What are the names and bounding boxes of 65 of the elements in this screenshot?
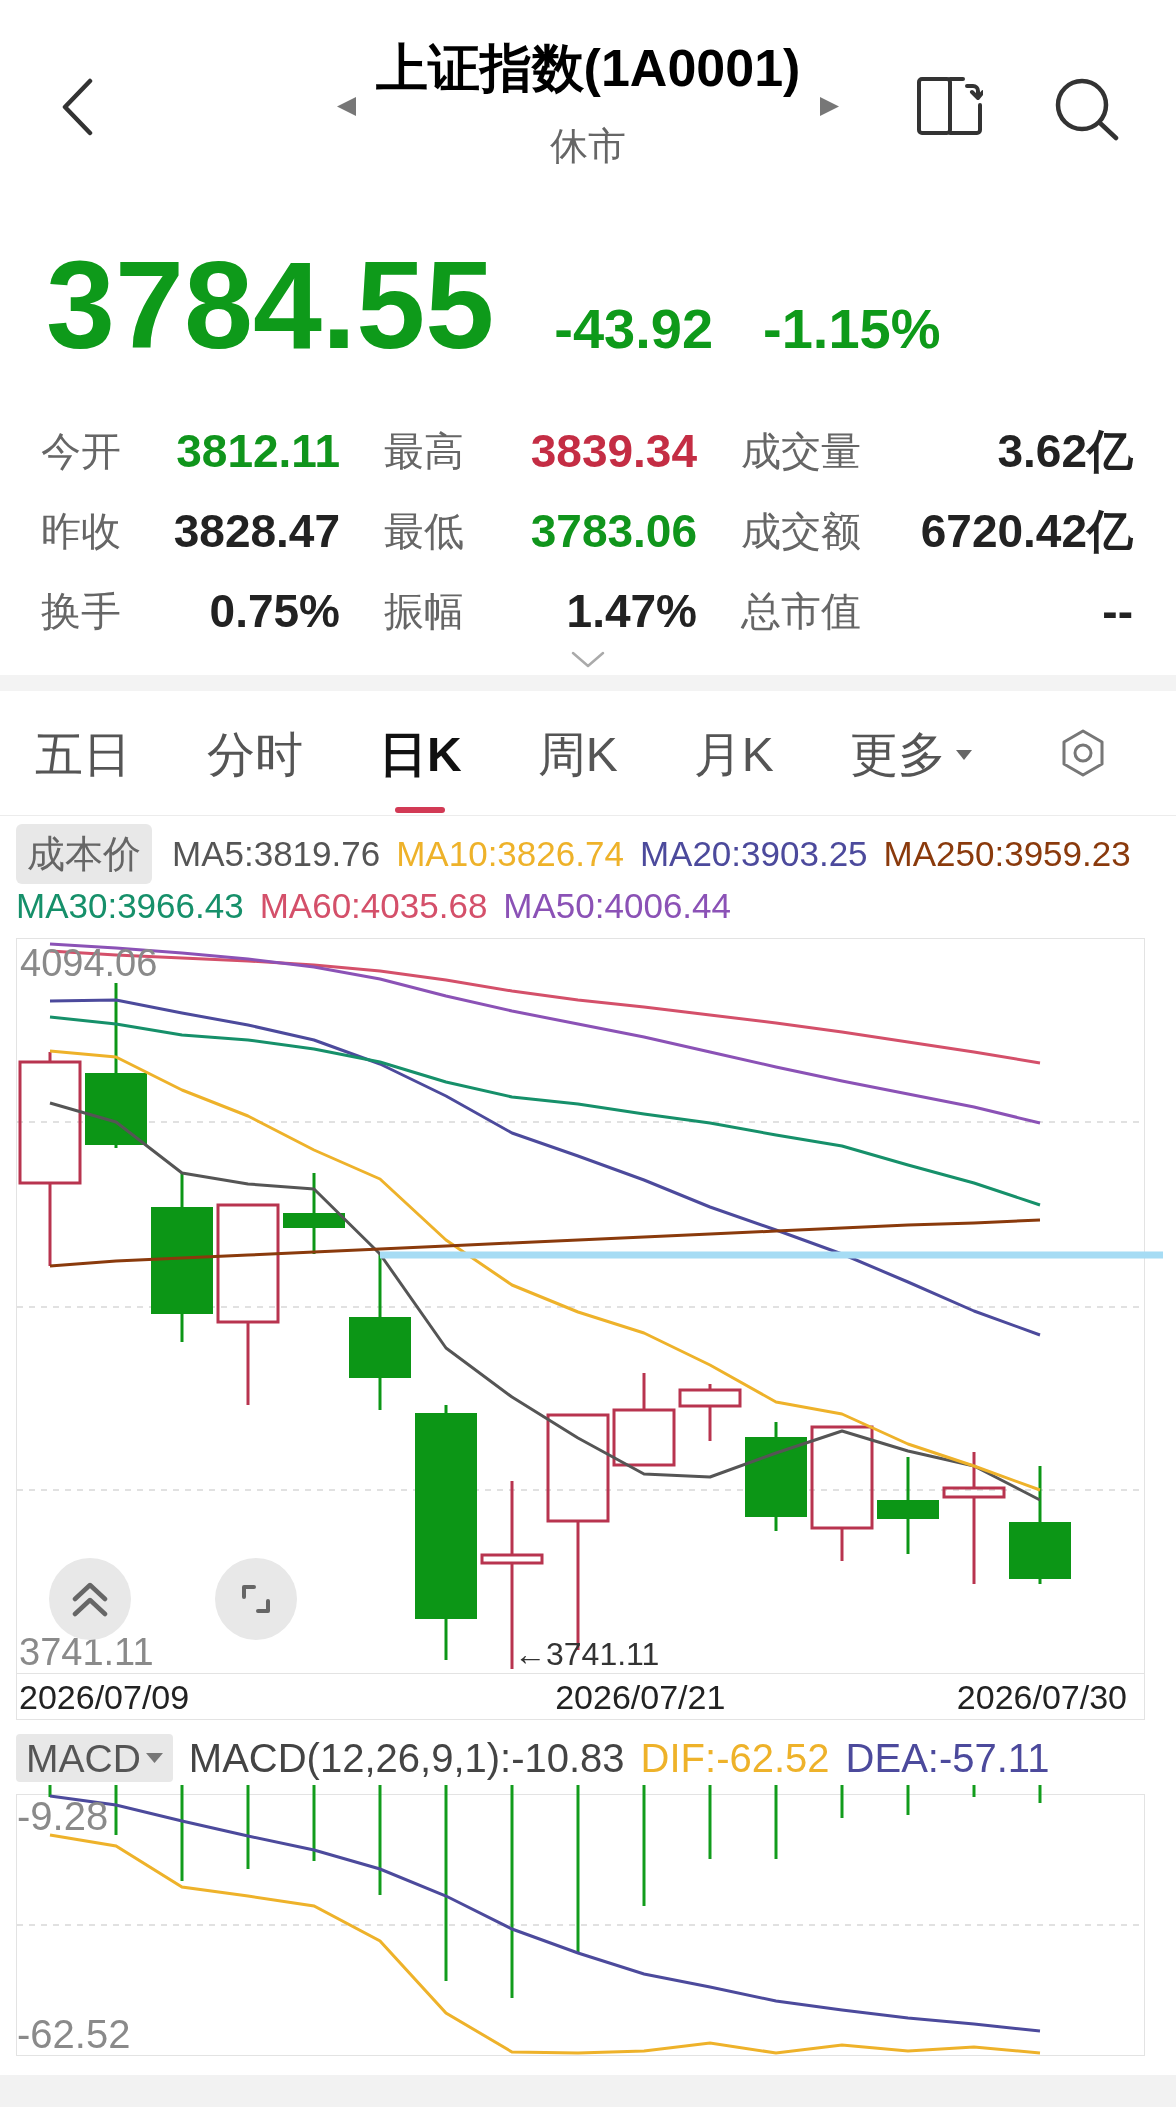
expand-icon bbox=[241, 1584, 271, 1614]
stat-label: 昨收 bbox=[41, 511, 121, 551]
macd-bar bbox=[840, 1785, 844, 1818]
macd-max-label: -9.28 bbox=[17, 1796, 109, 1836]
period-tab[interactable]: 分时 bbox=[207, 731, 303, 813]
period-tab[interactable]: 更多 bbox=[849, 731, 972, 813]
price-change-percent: -1.15% bbox=[763, 301, 941, 357]
stat-value: -- bbox=[1102, 588, 1133, 634]
double-chevron-up-icon bbox=[70, 1581, 110, 1617]
search-icon[interactable] bbox=[1054, 77, 1120, 141]
current-price: 3784.55 bbox=[46, 243, 495, 367]
stat-value: 0.75% bbox=[209, 588, 340, 634]
macd-bar bbox=[1038, 1785, 1042, 1803]
stat-label: 今开 bbox=[41, 431, 121, 471]
cost-price-button[interactable]: 成本价 bbox=[16, 824, 152, 884]
stat-value: 3828.47 bbox=[173, 508, 340, 554]
settings-icon[interactable] bbox=[1060, 728, 1106, 778]
macd-legend-label: MACD(12,26,9,1):-10.83 bbox=[188, 1738, 625, 1778]
macd-bar bbox=[48, 1785, 52, 1797]
period-tab[interactable]: 月K bbox=[693, 731, 774, 813]
stat-value: 3812.11 bbox=[176, 428, 340, 474]
ma-legend-label: MA30:3966.43 bbox=[16, 886, 244, 926]
candlestick bbox=[678, 1384, 742, 1441]
date-label: 2026/07/30 bbox=[956, 1679, 1127, 1714]
macd-legend-label: DIF:-62.52 bbox=[640, 1738, 830, 1778]
period-tab[interactable]: 五日 bbox=[35, 731, 131, 813]
ma-legend-label: MA20:3903.25 bbox=[639, 834, 868, 874]
period-tab[interactable]: 日K bbox=[379, 731, 462, 813]
stat-value: 1.47% bbox=[566, 588, 697, 634]
macd-min-label: -62.52 bbox=[17, 2014, 131, 2054]
triangle-right-icon[interactable] bbox=[820, 97, 840, 116]
ma-legend-label: MA10:3826.74 bbox=[396, 834, 624, 874]
ma-legend-label: MA60:4035.68 bbox=[259, 886, 488, 926]
period-tab[interactable]: 周K bbox=[537, 731, 618, 813]
date-label: 2026/07/09 bbox=[19, 1679, 190, 1714]
stat-value: 3.62亿 bbox=[997, 428, 1133, 474]
macd-bar bbox=[972, 1785, 976, 1797]
stat-value: 3839.34 bbox=[530, 428, 697, 474]
triangle-left-icon[interactable] bbox=[336, 97, 356, 116]
ma-legend-label: MA50:4006.44 bbox=[503, 886, 731, 926]
price-min-label: 3741.11 bbox=[19, 1633, 154, 1671]
back-icon[interactable] bbox=[60, 78, 94, 136]
indicator-dropdown[interactable]: MACD bbox=[16, 1734, 173, 1782]
stat-label: 最高 bbox=[384, 431, 464, 471]
stat-label: 振幅 bbox=[384, 591, 464, 631]
macd-legend-label: DEA:-57.11 bbox=[845, 1738, 1050, 1778]
stat-label: 总市值 bbox=[741, 591, 861, 631]
macd-bar bbox=[114, 1785, 118, 1835]
date-label: 2026/07/21 bbox=[555, 1679, 726, 1714]
split-screen-icon[interactable] bbox=[917, 77, 983, 135]
stat-label: 最低 bbox=[384, 511, 464, 551]
price-change: -43.92 bbox=[554, 301, 714, 357]
macd-bar bbox=[906, 1785, 910, 1815]
stat-label: 成交量 bbox=[741, 431, 861, 471]
stat-value: 6720.42亿 bbox=[920, 508, 1133, 554]
stat-label: 换手 bbox=[41, 591, 121, 631]
stat-value: 3783.06 bbox=[530, 508, 697, 554]
market-status: 休市 bbox=[550, 127, 626, 165]
ma-legend-label: MA5:3819.76 bbox=[172, 834, 381, 874]
caret-down-icon bbox=[955, 750, 972, 760]
ma-legend-label: MA250:3959.23 bbox=[883, 834, 1131, 874]
caret-down-icon bbox=[145, 1753, 163, 1763]
low-price-marker: ←3741.11 bbox=[514, 1638, 660, 1670]
stat-label: 成交额 bbox=[741, 511, 861, 551]
price-max-label: 4094.06 bbox=[20, 944, 158, 982]
